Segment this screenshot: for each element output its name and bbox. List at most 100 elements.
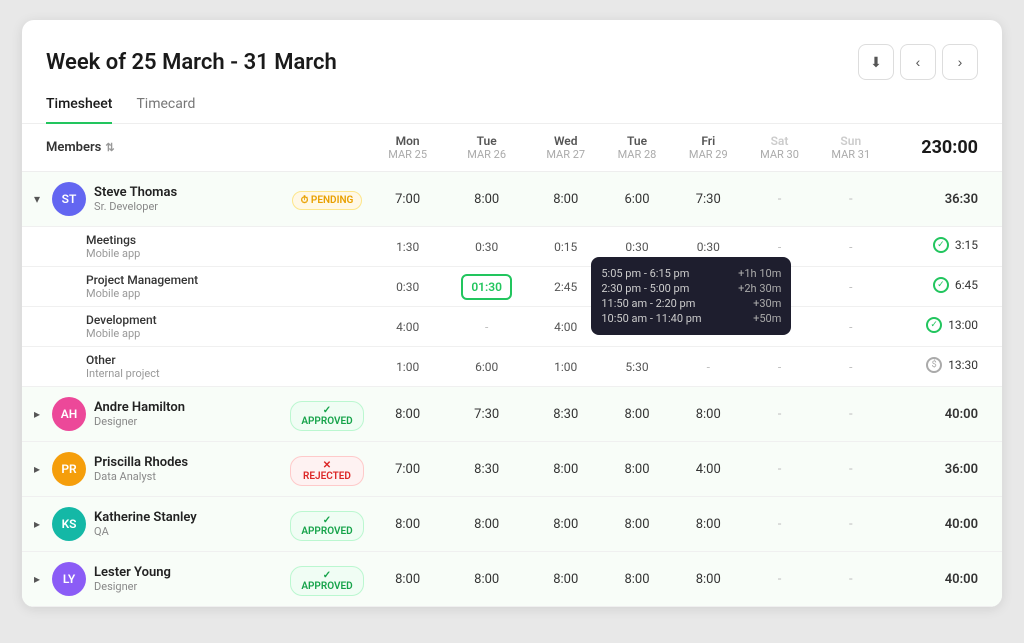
task-subtitle: Mobile app	[86, 247, 364, 260]
members-header[interactable]: Members ⇅	[22, 124, 282, 172]
member-name: Priscilla Rhodes	[94, 455, 188, 470]
time-cell: 8:00	[601, 497, 672, 552]
expand-button[interactable]: ▸	[30, 405, 44, 423]
highlighted-time-cell: 01:30	[443, 267, 530, 307]
col-status	[282, 124, 372, 172]
time-cell: 8:00	[372, 497, 443, 552]
col-sun: Sun MAR 31	[815, 124, 886, 172]
task-time-cell: -	[815, 307, 886, 347]
tab-timesheet[interactable]: Timesheet	[46, 88, 112, 124]
member-role: Designer	[94, 580, 171, 593]
next-week-button[interactable]: ›	[942, 44, 978, 80]
status-badge: ⏱ PENDING	[292, 191, 363, 210]
member-status: ⏱ PENDING	[282, 172, 372, 227]
time-cell: 8:00	[443, 552, 530, 607]
timesheet-card: Week of 25 March - 31 March ⬇ ‹ › Timesh…	[22, 20, 1002, 607]
task-name-cell: Other Internal project	[22, 347, 372, 387]
task-time-cell: 6:00	[443, 347, 530, 387]
task-total: ✓ 3:15	[886, 227, 1002, 259]
time-cell: -	[815, 172, 886, 227]
task-title: Development	[86, 313, 364, 327]
task-subtitle: Mobile app	[86, 287, 364, 300]
task-time-cell: -	[744, 347, 815, 387]
status-badge: ✓ APPROVED	[290, 401, 364, 431]
prev-week-button[interactable]: ‹	[900, 44, 936, 80]
member-name-cell: ▸ AH Andre Hamilton Designer	[22, 387, 282, 442]
task-title: Project Management	[86, 273, 364, 287]
task-time-cell: 5:30	[601, 347, 672, 387]
member-total: 40:00	[886, 552, 1002, 607]
time-cell: 4:00	[673, 442, 744, 497]
task-time-cell: -	[443, 307, 530, 347]
time-cell: 7:30	[673, 172, 744, 227]
task-time-cell: 0:30	[372, 267, 443, 307]
task-time-cell: 4:00	[372, 307, 443, 347]
status-badge: ✓ APPROVED	[290, 566, 364, 596]
task-subtitle: Internal project	[86, 367, 364, 380]
member-name-cell: ▾ ST Steve Thomas Sr. Developer	[22, 172, 282, 227]
member-total: 36:00	[886, 442, 1002, 497]
time-cell: 8:00	[372, 552, 443, 607]
time-cell: 8:00	[530, 552, 601, 607]
task-time-cell: 0:30	[443, 227, 530, 267]
task-time-cell: -	[815, 227, 886, 267]
member-status: ✓ APPROVED	[282, 387, 372, 442]
status-badge: ✕ REJECTED	[290, 456, 364, 486]
member-total: 36:30	[886, 172, 1002, 227]
member-role: Data Analyst	[94, 470, 188, 483]
col-sat: Sat MAR 30	[744, 124, 815, 172]
task-title: Other	[86, 353, 364, 367]
gray-circle-icon: $	[926, 357, 942, 373]
page-header: Week of 25 March - 31 March ⬇ ‹ ›	[22, 44, 1002, 80]
time-cell: 8:00	[530, 497, 601, 552]
task-time-cell: 1:30	[372, 227, 443, 267]
task-row: Development Mobile app 4:00-4:00-5:00-- …	[22, 307, 1002, 347]
task-time-cell: 0:15	[530, 227, 601, 267]
member-name: Katherine Stanley	[94, 510, 197, 525]
download-button[interactable]: ⬇	[858, 44, 894, 80]
expand-button[interactable]: ▸	[30, 570, 44, 588]
task-total: ✓ 6:45	[886, 267, 1002, 299]
expand-button[interactable]: ▾	[30, 190, 44, 208]
task-time-cell: -	[673, 347, 744, 387]
time-cell: -	[815, 552, 886, 607]
tooltip-cell: 5:05 pm - 6:15 pm+1h 10m2:30 pm - 5:00 p…	[601, 267, 672, 307]
status-badge: ✓ APPROVED	[290, 511, 364, 541]
task-name-cell: Development Mobile app	[22, 307, 372, 347]
member-name-cell: ▸ KS Katherine Stanley QA	[22, 497, 282, 552]
task-title: Meetings	[86, 233, 364, 247]
green-circle-icon: ✓	[933, 277, 949, 293]
expand-button[interactable]: ▸	[30, 460, 44, 478]
task-row: Project Management Mobile app 0:30 01:30…	[22, 267, 1002, 307]
member-status: ✓ APPROVED	[282, 552, 372, 607]
page-title: Week of 25 March - 31 March	[46, 50, 337, 75]
time-cell: 8:00	[443, 497, 530, 552]
time-cell: -	[744, 497, 815, 552]
tooltip-box: 5:05 pm - 6:15 pm+1h 10m2:30 pm - 5:00 p…	[591, 257, 791, 335]
time-cell: 8:00	[673, 552, 744, 607]
tab-bar: Timesheet Timecard	[22, 88, 1002, 124]
member-status: ✓ APPROVED	[282, 497, 372, 552]
member-total: 40:00	[886, 387, 1002, 442]
tab-timecard[interactable]: Timecard	[136, 88, 195, 124]
time-cell: 8:00	[530, 442, 601, 497]
member-total: 40:00	[886, 497, 1002, 552]
task-row: Other Internal project 1:006:001:005:30-…	[22, 347, 1002, 387]
task-total: ✓ 13:00	[886, 307, 1002, 339]
member-name: Lester Young	[94, 565, 171, 580]
time-cell: -	[744, 442, 815, 497]
col-tue28: Tue MAR 28	[601, 124, 672, 172]
member-role: Designer	[94, 415, 185, 428]
col-fri: Fri MAR 29	[673, 124, 744, 172]
expand-button[interactable]: ▸	[30, 515, 44, 533]
member-role: Sr. Developer	[94, 200, 177, 213]
task-time-cell: -	[815, 267, 886, 307]
time-cell: 8:00	[601, 387, 672, 442]
task-subtitle: Mobile app	[86, 327, 364, 340]
time-cell: 8:00	[673, 387, 744, 442]
member-row: ▸ LY Lester Young Designer ✓ APPROVED 8:…	[22, 552, 1002, 607]
col-wed: Wed MAR 27	[530, 124, 601, 172]
sort-icon: ⇅	[105, 141, 114, 154]
member-row: ▸ PR Priscilla Rhodes Data Analyst ✕ REJ…	[22, 442, 1002, 497]
member-name: Steve Thomas	[94, 185, 177, 200]
